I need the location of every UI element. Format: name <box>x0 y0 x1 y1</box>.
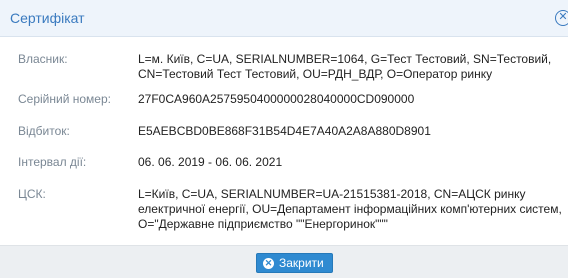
ca-value: L=Київ, C=UA, SERIALNUMBER=UA-21515381-2… <box>138 187 562 231</box>
close-circle-icon: ✕ <box>263 257 274 269</box>
thumbprint-value: E5AEBCBD0BE868F31B54D4E7A40A2A8A880D8901 <box>138 124 431 138</box>
close-button[interactable]: ✕ Закрити <box>256 253 333 273</box>
validity-value: 06. 06. 2019 - 06. 06. 2021 <box>138 155 283 169</box>
close-button-label: Закрити <box>279 256 324 270</box>
dialog-title: Сертифікат <box>10 10 85 26</box>
validity-label: Інтервал дії: <box>18 155 87 169</box>
ca-label: ЦСК: <box>18 187 46 201</box>
thumbprint-label: Відбиток: <box>18 124 70 138</box>
serial-value: 27F0CA960A2575950400000028040000CD090000 <box>138 92 415 106</box>
serial-label: Серійний номер: <box>18 92 111 106</box>
dialog-footer: ✕ Закрити <box>0 245 568 278</box>
certificate-dialog: Сертифікат ✕ Власник: L=м. Київ, C=UA, S… <box>0 0 568 278</box>
dialog-header: Сертифікат ✕ <box>0 0 568 37</box>
owner-value: L=м. Київ, C=UA, SERIALNUMBER=1064, G=Те… <box>138 52 552 81</box>
close-icon[interactable]: ✕ <box>555 10 568 26</box>
owner-label: Власник: <box>18 52 68 66</box>
